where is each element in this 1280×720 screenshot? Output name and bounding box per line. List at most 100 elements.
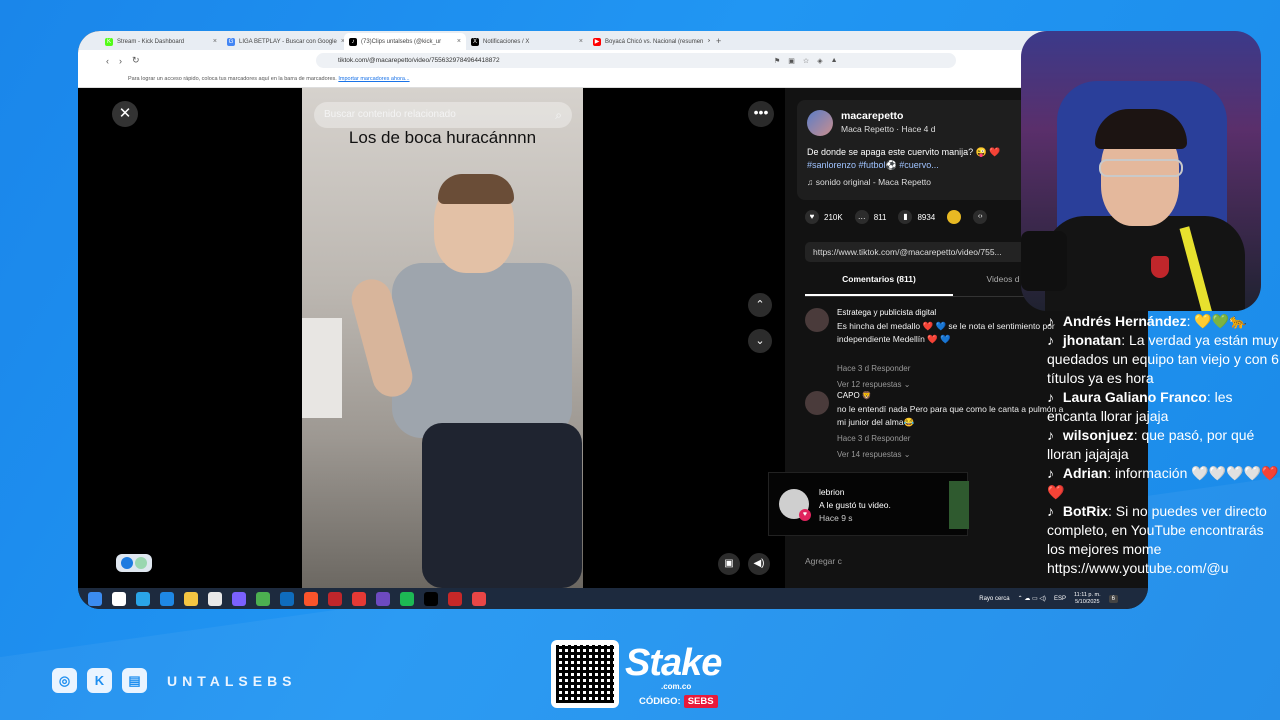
tiktok-icon: ♪ xyxy=(1047,332,1054,348)
power-icon xyxy=(135,557,147,569)
extension-icon[interactable]: ⚑ xyxy=(774,57,780,65)
comment-author[interactable]: CAPO 🦁 xyxy=(837,391,872,400)
comment-avatar[interactable] xyxy=(805,308,829,332)
browser-tab[interactable]: K Stream - Kick Dashboard × xyxy=(100,33,222,50)
view-replies-button[interactable]: Ver 14 respuestas ⌄ xyxy=(837,450,910,459)
like-button[interactable]: ♥ 210K xyxy=(805,210,843,224)
video-player[interactable]: Buscar contenido relacionado ⌕ Los de bo… xyxy=(302,88,583,588)
chat-username[interactable]: jhonatan xyxy=(1063,332,1121,348)
taskbar-app-icon[interactable] xyxy=(424,591,438,606)
close-tab-icon[interactable]: × xyxy=(213,38,217,45)
chat-username[interactable]: wilsonjuez xyxy=(1063,427,1134,443)
pip-icon xyxy=(121,557,133,569)
floating-player-icon[interactable]: ▣ xyxy=(718,553,740,575)
extension-icon[interactable]: ☆ xyxy=(803,57,809,65)
more-options-icon[interactable]: ••• xyxy=(748,101,774,127)
chevron-up-icon[interactable]: ⌃ xyxy=(748,293,772,317)
taskbar-app-icon[interactable] xyxy=(376,591,390,606)
close-icon[interactable]: ✕ xyxy=(112,101,138,127)
tiktok-icon: ♪ xyxy=(1047,465,1054,481)
save-button[interactable]: ▮ 8934 xyxy=(898,210,935,224)
brave-icon[interactable]: ◈ xyxy=(817,57,822,65)
taskbar-app-icon[interactable] xyxy=(304,591,318,606)
taskbar-app-icon[interactable] xyxy=(232,591,246,606)
comment-meta[interactable]: Hace 3 d Responder xyxy=(837,364,910,373)
microphone xyxy=(1021,231,1067,291)
save-count: 8934 xyxy=(917,212,936,222)
search-icon[interactable]: ⌕ xyxy=(555,102,562,128)
bookmarks-hint: Para lograr un acceso rápido, coloca tus… xyxy=(128,76,337,82)
comment-author[interactable]: Estratega y publicista digital xyxy=(837,308,936,317)
sound-label[interactable]: ♫ sonido original - Maca Repetto xyxy=(807,177,931,187)
taskbar-app-icon[interactable] xyxy=(136,591,150,606)
instagram-icon[interactable]: ◎ xyxy=(52,668,77,693)
address-bar[interactable]: tiktok.com/@macarepetto/video/7556329784… xyxy=(316,53,956,68)
weather-label[interactable]: Rayo cerca xyxy=(979,596,1009,602)
forward-icon[interactable]: › xyxy=(119,56,122,66)
browser-tab[interactable]: ♪ (73)Clips untalsebs (@kick_ur × xyxy=(344,33,466,50)
extension-icon[interactable]: ▣ xyxy=(788,57,795,65)
coin-icon[interactable] xyxy=(947,210,962,224)
comment-avatar[interactable] xyxy=(805,391,829,415)
reload-icon[interactable]: ↻ xyxy=(132,55,140,66)
taskbar-app-icon[interactable] xyxy=(448,591,462,606)
windows-taskbar: Rayo cerca ⌃ ☁ ▭ ◁) ESP 11:11 p. m. 5/10… xyxy=(78,588,1148,609)
tab-label: Boyacá Chicó vs. Nacional (resumen xyxy=(605,38,704,45)
embed-icon[interactable]: ‹› xyxy=(973,210,988,224)
browser-tab[interactable]: X Notificaciones / X × xyxy=(466,33,588,50)
qr-pattern xyxy=(556,645,614,703)
taskbar-app-icon[interactable] xyxy=(472,591,486,606)
view-replies-button[interactable]: Ver 12 respuestas ⌄ xyxy=(837,380,910,389)
close-tab-icon[interactable]: × xyxy=(457,38,461,45)
taskbar-app-icon[interactable] xyxy=(88,591,102,606)
taskbar-app-icon[interactable] xyxy=(184,591,198,606)
add-comment-input[interactable]: Agregar c xyxy=(805,556,842,566)
taskbar-app-icon[interactable] xyxy=(400,591,414,606)
taskbar-app-icon[interactable] xyxy=(256,591,270,606)
close-tab-icon[interactable]: × xyxy=(579,38,583,45)
chat-username[interactable]: Adrian xyxy=(1063,465,1107,481)
stake-sponsor: Stake .com.co CÓDIGO: SEBS xyxy=(551,640,731,712)
browser-tab[interactable]: G LIGA BETPLAY - Buscar con Google × xyxy=(222,33,344,50)
chat-username[interactable]: Laura Galiano Franco xyxy=(1063,389,1207,405)
copy-link-field[interactable]: https://www.tiktok.com/@macarepetto/vide… xyxy=(805,242,1035,262)
related-search-input[interactable]: Buscar contenido relacionado ⌕ xyxy=(314,102,572,128)
language-indicator[interactable]: ESP xyxy=(1054,596,1066,602)
taskbar-app-icon[interactable] xyxy=(352,591,366,606)
tab-comments[interactable]: Comentarios (811) xyxy=(805,274,953,296)
tiktok-icon: ♪ xyxy=(1047,503,1054,519)
video-caption: Los de boca huracánnnn xyxy=(348,128,537,147)
twitch-icon[interactable]: ▤ xyxy=(122,668,147,693)
new-tab-button[interactable]: + xyxy=(710,33,727,50)
taskbar-app-icon[interactable] xyxy=(328,591,342,606)
chat-message: ♪ wilsonjuez: que pasó, por qué lloran j… xyxy=(1047,426,1280,464)
taskbar-app-icon[interactable] xyxy=(208,591,222,606)
browser-tab[interactable]: ▶ Boyacá Chicó vs. Nacional (resumen × xyxy=(588,33,710,50)
hashtags[interactable]: #sanlorenzo #futbol⚽ #cuervo... xyxy=(807,160,939,170)
tray-icons[interactable]: ⌃ ☁ ▭ ◁) xyxy=(1018,595,1046,602)
notification-toast[interactable]: ♥ lebrion A le gustó tu video. Hace 9 s xyxy=(768,472,969,536)
taskbar-app-icon[interactable] xyxy=(112,591,126,606)
taskbar-app-icon[interactable] xyxy=(160,591,174,606)
post-username[interactable]: macarepetto xyxy=(841,110,903,122)
taskbar-app-icon[interactable] xyxy=(280,591,294,606)
back-icon[interactable]: ‹ xyxy=(106,56,109,66)
webcam-glasses xyxy=(1099,159,1183,177)
volume-icon[interactable]: ◀) xyxy=(748,553,770,575)
kick-icon[interactable]: K xyxy=(87,668,112,693)
extension-icons: ⚑ ▣ ☆ ◈ ▲ xyxy=(774,52,838,69)
comment-meta[interactable]: Hace 3 d Responder xyxy=(837,434,910,443)
pip-badge[interactable] xyxy=(116,554,152,572)
chat-message: ♪ Adrian: información 🤍🤍🤍🤍❤️❤️ xyxy=(1047,464,1280,502)
chat-username[interactable]: BotRix xyxy=(1063,503,1108,519)
alert-icon[interactable]: ▲ xyxy=(831,57,838,64)
import-bookmarks-link[interactable]: Importar marcadores ahora... xyxy=(338,76,409,82)
comment-button[interactable]: … 811 xyxy=(854,210,886,224)
clock[interactable]: 11:11 p. m. 5/10/2025 xyxy=(1074,592,1101,606)
avatar[interactable] xyxy=(807,110,833,136)
notification-badge[interactable]: 6 xyxy=(1108,594,1118,603)
clock-date: 5/10/2025 xyxy=(1075,598,1100,605)
stream-chat: ♪ Andrés Hernández: 💛💚🐆 ♪ jhonatan: La ve… xyxy=(1047,312,1280,592)
chevron-down-icon[interactable]: ⌄ xyxy=(748,329,772,353)
chat-username[interactable]: Andrés Hernández xyxy=(1063,313,1187,329)
